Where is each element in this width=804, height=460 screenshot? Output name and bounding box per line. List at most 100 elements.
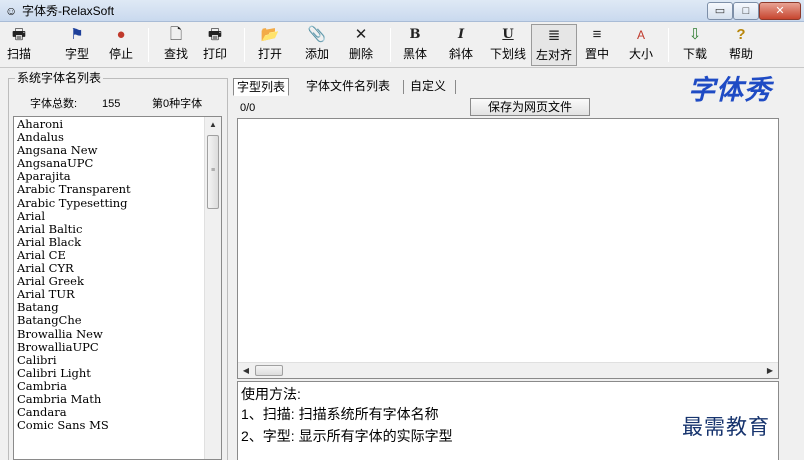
watermark: 最需教育 xyxy=(682,415,770,439)
usage-line: 2、字型: 显示所有字体的实际字型 xyxy=(241,428,453,444)
download-button[interactable]: ⇩ 下载 xyxy=(680,24,710,66)
find-label: 查找 xyxy=(163,47,188,61)
list-item[interactable]: Cambria Math xyxy=(17,393,205,406)
list-item[interactable]: Calibri xyxy=(17,354,205,367)
list-item[interactable]: Angsana New xyxy=(17,144,205,157)
scroll-up-arrow-icon[interactable]: ▲ xyxy=(205,117,221,133)
underline-icon: U xyxy=(502,27,514,42)
list-item[interactable]: Arabic Typesetting xyxy=(17,197,205,210)
scrollbar-thumb[interactable]: ≡ xyxy=(207,135,219,209)
list-item[interactable]: Aharoni xyxy=(17,118,205,131)
list-item[interactable]: Batang xyxy=(17,301,205,314)
save-as-webpage-button[interactable]: 保存为网页文件 xyxy=(470,98,590,116)
align-left-icon: ≣ xyxy=(547,27,561,44)
font-list-scrollbar[interactable]: ▲ ≡ xyxy=(204,117,221,459)
tab-custom[interactable]: 自定义 xyxy=(407,78,449,96)
printer-icon: 🖶 xyxy=(11,26,27,43)
toolbar: 🖶 扫描 ⚑ 字型 ● 停止 🗋 查找 🖶 打印 📂 打开 📎 添加 ✕ 删除 … xyxy=(0,22,804,68)
toolbar-separator xyxy=(148,28,149,62)
list-item[interactable]: Cambria xyxy=(17,380,205,393)
size-button[interactable]: A 大小 xyxy=(626,24,656,66)
add-label: 添加 xyxy=(304,47,329,61)
bold-button[interactable]: B 黑体 xyxy=(400,24,430,66)
align-center-icon: ≡ xyxy=(592,26,602,43)
center-button[interactable]: ≡ 置中 xyxy=(582,24,612,66)
toolbar-separator xyxy=(244,28,245,62)
bold-icon: B xyxy=(409,27,421,42)
scroll-left-arrow-icon[interactable]: ◀ xyxy=(238,363,254,378)
underline-button[interactable]: U 下划线 xyxy=(488,24,528,66)
list-item[interactable]: Arial Baltic xyxy=(17,223,205,236)
usage-line: 1、扫描: 扫描系统所有字体名称 xyxy=(241,406,439,422)
underline-label: 下划线 xyxy=(489,47,526,61)
list-item[interactable]: Candara xyxy=(17,406,205,419)
font-preview-area[interactable]: ◀ ▶ xyxy=(237,118,779,379)
list-item[interactable]: Arial TUR xyxy=(17,288,205,301)
scroll-right-arrow-icon[interactable]: ▶ xyxy=(762,363,778,378)
list-item[interactable]: Arial CYR xyxy=(17,262,205,275)
paperclip-icon: 📎 xyxy=(307,26,327,43)
tab-font-shapes[interactable]: 字型列表 xyxy=(233,78,290,96)
help-button[interactable]: ? 帮助 xyxy=(726,24,756,66)
list-item[interactable]: Calibri Light xyxy=(17,367,205,380)
list-item[interactable]: Arabic Transparent xyxy=(17,183,205,196)
print-button[interactable]: 🖶 打印 xyxy=(200,24,230,66)
minimize-button[interactable]: ▭ xyxy=(707,2,733,20)
app-icon: ☺ xyxy=(5,4,18,18)
download-icon: ⇩ xyxy=(688,26,702,43)
scan-button[interactable]: 🖶 扫描 xyxy=(4,24,34,66)
open-button[interactable]: 📂 打开 xyxy=(255,24,285,66)
maximize-button[interactable]: □ xyxy=(733,2,759,20)
italic-label: 斜体 xyxy=(448,47,473,61)
list-item[interactable]: Arial Greek xyxy=(17,275,205,288)
italic-button[interactable]: I 斜体 xyxy=(446,24,476,66)
tab-font-files[interactable]: 字体文件名列表 xyxy=(303,78,393,96)
delete-label: 删除 xyxy=(348,47,373,61)
font-size-icon: A xyxy=(636,28,645,42)
delete-x-icon: ✕ xyxy=(354,26,368,43)
tab-separator xyxy=(455,80,456,94)
align-left-label: 左对齐 xyxy=(535,48,572,62)
usage-heading: 使用方法: xyxy=(241,386,301,402)
print-icon: 🖶 xyxy=(207,26,223,43)
horizontal-scrollbar-thumb[interactable] xyxy=(255,365,283,376)
font-listbox[interactable]: Aharoni Andalus Angsana New AngsanaUPC A… xyxy=(13,116,222,460)
italic-icon: I xyxy=(457,27,465,42)
preview-horizontal-scrollbar[interactable]: ◀ ▶ xyxy=(238,362,778,378)
list-item[interactable]: Arial CE xyxy=(17,249,205,262)
add-button[interactable]: 📎 添加 xyxy=(302,24,332,66)
list-item[interactable]: BatangChe xyxy=(17,314,205,327)
find-button[interactable]: 🗋 查找 xyxy=(161,24,191,66)
close-button[interactable]: ✕ xyxy=(759,2,801,20)
align-left-button[interactable]: ≣ 左对齐 xyxy=(531,24,577,66)
list-item[interactable]: Arial xyxy=(17,210,205,223)
list-item[interactable]: Arial Black xyxy=(17,236,205,249)
list-item[interactable]: BrowalliaUPC xyxy=(17,341,205,354)
stop-label: 停止 xyxy=(108,47,133,61)
font-count-label: 字体总数: xyxy=(30,98,78,110)
title-bar: ☺ 字体秀-RelaxSoft ▭ □ ✕ xyxy=(0,0,804,22)
bold-label: 黑体 xyxy=(402,47,427,61)
list-item[interactable]: Browallia New xyxy=(17,328,205,341)
tab-separator xyxy=(403,80,404,94)
font-list: Aharoni Andalus Angsana New AngsanaUPC A… xyxy=(17,118,205,432)
list-item[interactable]: Andalus xyxy=(17,131,205,144)
app-logo: 字体秀 xyxy=(688,75,772,106)
find-document-icon: 🗋 xyxy=(169,26,183,43)
stop-button[interactable]: ● 停止 xyxy=(106,24,136,66)
list-item[interactable]: AngsanaUPC xyxy=(17,157,205,170)
open-label: 打开 xyxy=(257,47,282,61)
position-indicator: 0/0 xyxy=(240,102,256,114)
delete-button[interactable]: ✕ 删除 xyxy=(346,24,376,66)
list-item[interactable]: Comic Sans MS xyxy=(17,419,205,432)
list-item[interactable]: Aparajita xyxy=(17,170,205,183)
download-label: 下载 xyxy=(682,47,707,61)
center-label: 置中 xyxy=(584,47,609,61)
font-count-value: 155 xyxy=(102,98,121,110)
font-shape-button[interactable]: ⚑ 字型 xyxy=(60,24,94,66)
size-label: 大小 xyxy=(628,47,653,61)
current-font-index: 第0种字体 xyxy=(152,98,203,110)
help-label: 帮助 xyxy=(728,47,753,61)
grip-icon: ≡ xyxy=(211,167,216,174)
help-icon: ? xyxy=(736,26,746,43)
